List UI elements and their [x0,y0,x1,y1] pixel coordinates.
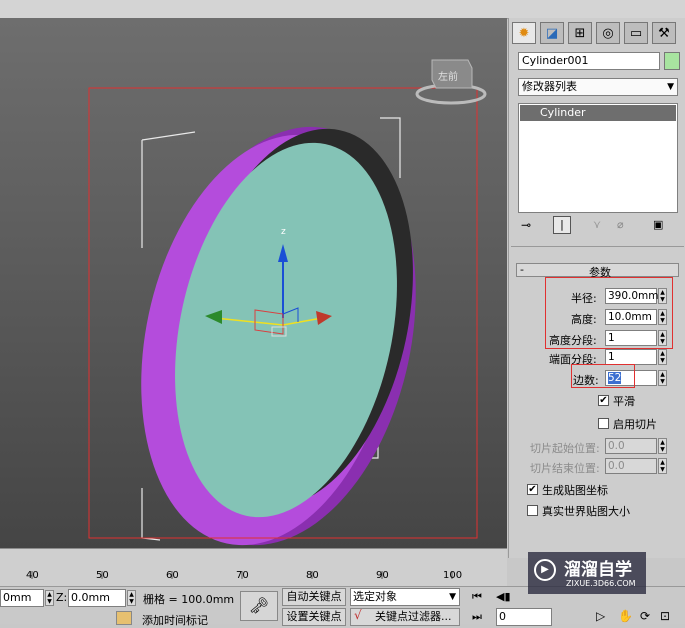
display-icon: ▭ [629,25,643,41]
show-end-result-icon[interactable]: | [553,216,571,234]
z-coord-spinner[interactable]: ▲ ▼ [127,590,136,606]
slice-on-label: 启用切片 [613,418,657,431]
chevron-down-icon: ▼ [667,82,674,92]
smooth-checkbox[interactable]: ✔ [598,395,609,406]
ruler-tick-label: 80 [306,570,319,581]
highlight-box-sides [571,364,635,388]
perspective-viewport[interactable]: z 左前 [0,18,507,548]
z-coord-label: Z: [56,591,68,604]
selection-set-value: 选定对象 [353,590,397,603]
add-time-tag[interactable]: 添加时间标记 [142,612,208,628]
chevron-down-icon: ▼ [449,592,456,602]
key-mode-icon[interactable]: ⏭ [472,610,482,624]
smooth-label: 平滑 [613,395,635,408]
top-toolbar-strip [0,0,685,19]
ruler-tick-label: 50 [96,570,109,581]
hammer-icon: ⚒ [658,25,670,41]
motion-icon: ◎ [602,25,614,41]
slice-to-input[interactable]: 0.0 [605,458,657,474]
sides-spinner[interactable]: ▲ ▼ [658,370,667,386]
configure-sets-icon[interactable]: ▣ [653,218,663,231]
ruler-tick-label: 40 [26,570,39,581]
tab-create[interactable]: ✹ [512,22,536,44]
gen-map-coords-checkbox[interactable]: ✔ [527,484,538,495]
command-panel: ✹ ◪ ⊞ ◎ ▭ ⚒ Cylinder001 修改器列表 ▼ Cylinder … [508,18,685,558]
modifier-stack: Cylinder [518,103,678,213]
remove-modifier-icon[interactable]: ⌀ [617,218,624,231]
x-coord-spinner[interactable]: ▲ ▼ [45,590,54,606]
go-to-start-icon[interactable]: ⏮ [472,590,482,604]
tab-modify[interactable]: ◪ [540,22,564,44]
slice-from-label: 切片起始位置: [530,442,600,455]
previous-frame-icon[interactable]: ◀▮ [496,590,511,603]
tab-motion[interactable]: ◎ [596,22,620,44]
watermark: ▶ 溜溜自学 ZIXUE.3D66.COM [528,552,646,594]
ruler-tick-label: 100 [443,570,463,581]
orbit-icon[interactable]: ⟳ [640,609,650,623]
sun-icon: ✹ [518,25,530,41]
grid-size-label: 栅格 = 100.0mm [143,593,235,606]
pan-hand-icon[interactable]: ✋ [618,609,633,623]
ruler-tick-label: 60 [166,570,179,581]
ruler-tick-label: 90 [376,570,389,581]
viewport-scene: z [88,59,487,546]
object-color-swatch[interactable] [664,52,680,70]
modifier-list-dropdown[interactable]: 修改器列表 ▼ [518,78,678,96]
tab-hierarchy[interactable]: ⊞ [568,22,592,44]
viewcube-label[interactable]: 左前 [438,68,458,83]
watermark-url: ZIXUE.3D66.COM [566,579,636,588]
x-coord-field[interactable]: 0mm [0,589,44,607]
make-unique-icon[interactable]: ⋎ [593,218,601,231]
slice-from-input[interactable]: 0.0 [605,438,657,454]
highlight-box-dimensions [545,277,673,349]
params-rollout-header[interactable]: - 参数 [516,263,679,279]
divider [511,246,684,247]
slice-from-spinner[interactable]: ▲ ▼ [658,438,667,454]
selection-set-dropdown[interactable]: 选定对象 ▼ [350,588,460,606]
zoom-icon[interactable]: ▷ [596,609,605,623]
z-coord-field[interactable]: 0.0mm [68,589,126,607]
stack-item-cylinder[interactable]: Cylinder [520,105,676,121]
auto-key-button[interactable]: 自动关键点 [282,588,346,606]
real-world-map-label: 真实世界贴图大小 [542,505,630,518]
object-name-field[interactable]: Cylinder001 [518,52,660,70]
collapse-toggle: - [520,263,524,276]
hierarchy-icon: ⊞ [574,25,586,41]
pin-stack-icon[interactable]: ⊸ [521,218,531,232]
key-icon[interactable]: 🗝 [240,591,278,621]
maximize-viewport-icon[interactable]: ⊡ [660,609,670,623]
tab-utilities[interactable]: ⚒ [652,22,676,44]
ruler-tick-label: 70 [236,570,249,581]
time-ruler[interactable]: 40 50 60 70 80 90 100 [0,548,507,587]
modifier-list-label: 修改器列表 [522,80,577,93]
slice-on-checkbox[interactable] [598,418,609,429]
watermark-brand: 溜溜自学 [564,560,632,580]
key-filter-icon: √ [354,608,362,622]
real-world-map-checkbox[interactable] [527,505,538,516]
slice-to-label: 切片结束位置: [530,462,600,475]
tab-display[interactable]: ▭ [624,22,648,44]
play-logo-icon: ▶ [534,559,556,581]
current-frame-field[interactable]: 0 [496,608,552,626]
ruler-ticks [31,571,453,579]
cap-segments-spinner[interactable]: ▲ ▼ [658,349,667,365]
cap-segments-input[interactable]: 1 [605,349,657,365]
modify-icon: ◪ [545,25,559,41]
slice-to-spinner[interactable]: ▲ ▼ [658,458,667,474]
key-filters-button[interactable]: 关键点过滤器... [350,608,460,626]
gen-map-coords-label: 生成贴图坐标 [542,484,608,497]
set-key-button[interactable]: 设置关键点 [282,608,346,626]
gizmo-z-label: z [281,227,286,237]
